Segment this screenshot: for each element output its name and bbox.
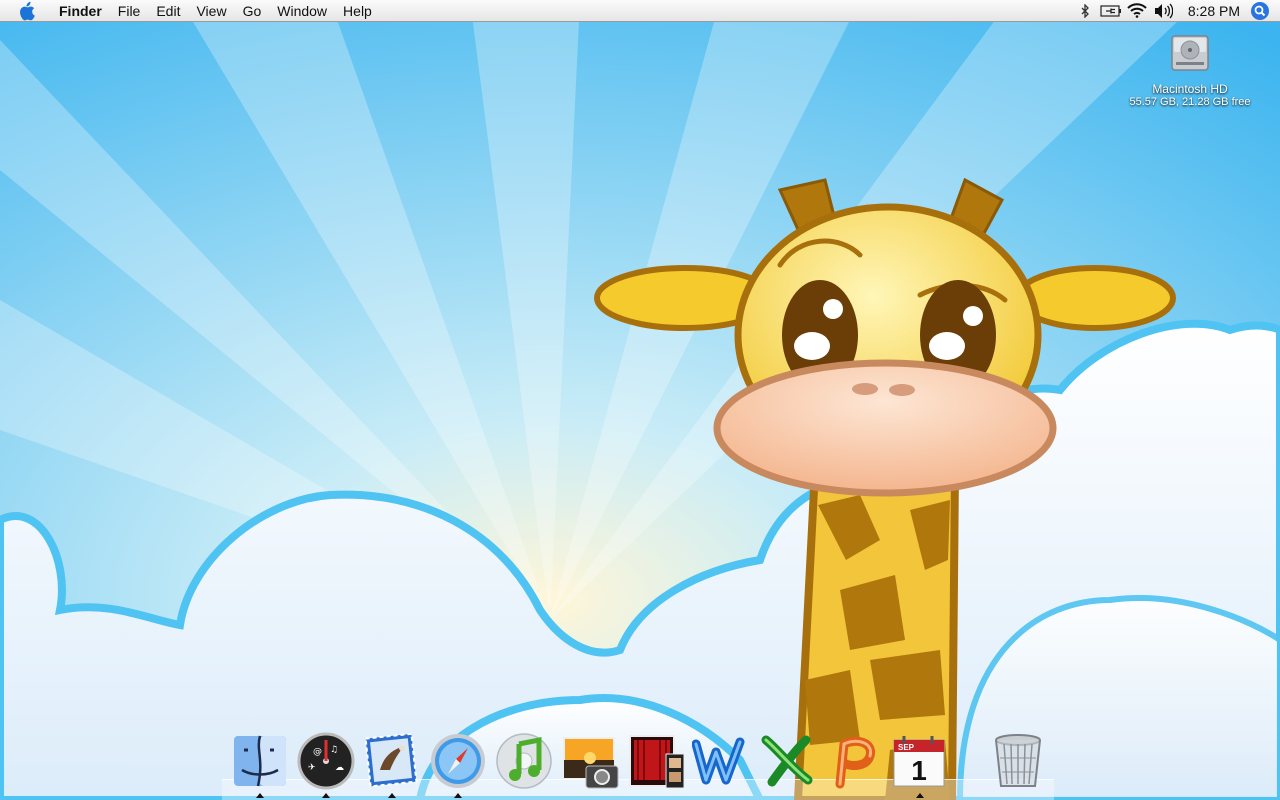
drive-name: Macintosh HD (1152, 82, 1228, 96)
dock-item-ical[interactable]: SEP 1 (890, 730, 950, 798)
dock-item-dashboard[interactable]: @ ♫ ☁ ✈ (296, 730, 356, 798)
word-icon[interactable] (691, 730, 752, 790)
bluetooth-icon[interactable] (1074, 1, 1096, 21)
finder-icon[interactable] (230, 730, 290, 790)
safari-icon[interactable] (428, 730, 488, 790)
menu-edit[interactable]: Edit (148, 0, 188, 22)
running-indicator (916, 793, 924, 798)
dock-item-excel[interactable] (758, 730, 818, 794)
mail-icon[interactable] (362, 730, 422, 790)
ical-icon[interactable]: SEP 1 (890, 730, 950, 790)
spotlight-icon[interactable] (1250, 1, 1270, 21)
dock-item-powerpoint[interactable] (824, 730, 884, 794)
dock-item-front-row[interactable] (626, 730, 686, 794)
desktop-wallpaper (0, 0, 1280, 800)
dock-item-finder[interactable] (230, 730, 290, 798)
excel-icon[interactable] (758, 730, 818, 790)
menu-file[interactable]: File (110, 0, 149, 22)
menu-help[interactable]: Help (335, 0, 380, 22)
volume-icon[interactable] (1152, 1, 1174, 21)
front-row-icon[interactable] (626, 730, 686, 790)
desktop-drive-macintosh-hd[interactable]: Macintosh HD 55.57 GB, 21.28 GB free (1110, 30, 1270, 108)
apple-icon[interactable] (17, 1, 37, 21)
dock-item-itunes[interactable] (494, 730, 554, 794)
dock-item-mail[interactable] (362, 730, 422, 798)
svg-text:♫: ♫ (330, 745, 338, 755)
menu-view[interactable]: View (188, 0, 234, 22)
iphoto-icon[interactable] (560, 730, 620, 790)
battery-icon[interactable] (1100, 1, 1122, 21)
ical-day: 1 (911, 755, 927, 786)
dock-item-safari[interactable] (428, 730, 488, 798)
menu-go[interactable]: Go (235, 0, 270, 22)
running-indicator (454, 793, 462, 798)
dock-item-trash[interactable] (988, 730, 1048, 794)
svg-text:☁: ☁ (335, 763, 344, 773)
trash-icon[interactable] (988, 730, 1048, 790)
menubar-clock[interactable]: 8:28 PM (1188, 3, 1240, 19)
powerpoint-icon[interactable] (824, 730, 884, 790)
itunes-icon[interactable] (494, 730, 554, 790)
dashboard-icon[interactable]: @ ♫ ☁ ✈ (296, 730, 356, 790)
menu-window[interactable]: Window (269, 0, 335, 22)
menu-bar: Finder File Edit View Go Window Help 8:2… (0, 0, 1280, 22)
hard-drive-icon[interactable] (1166, 30, 1214, 78)
dock-item-iphoto[interactable] (560, 730, 620, 794)
svg-text:@: @ (313, 747, 322, 757)
svg-text:✈: ✈ (308, 763, 316, 773)
wifi-icon[interactable] (1126, 1, 1148, 21)
menu-app-name[interactable]: Finder (51, 0, 110, 22)
dock-item-word[interactable] (691, 730, 752, 794)
running-indicator (256, 793, 264, 798)
running-indicator (322, 793, 330, 798)
drive-info: 55.57 GB, 21.28 GB free (1129, 96, 1251, 108)
running-indicator (388, 793, 396, 798)
dock: @ ♫ ☁ ✈ SEP 1 (222, 726, 1054, 800)
ical-month: SEP (898, 743, 915, 752)
